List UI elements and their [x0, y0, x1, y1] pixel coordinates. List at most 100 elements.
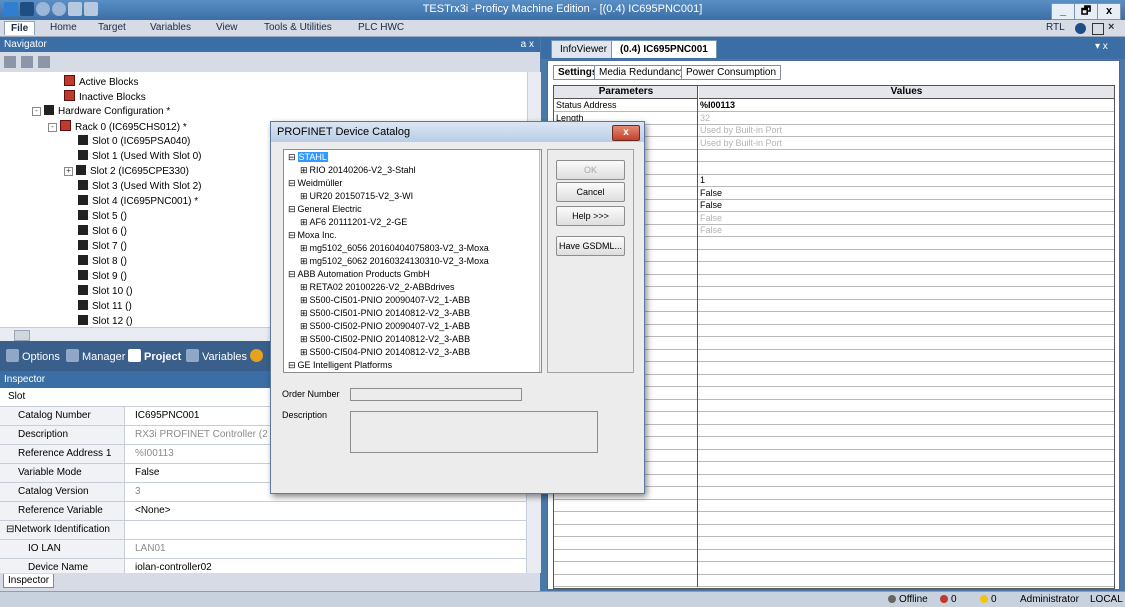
tab-infoviewer[interactable]: InfoViewer: [551, 40, 617, 58]
catalog-scrollbar[interactable]: [539, 150, 542, 372]
close-doc-icon[interactable]: ×: [1108, 21, 1114, 33]
tree-item-slot-5[interactable]: Slot 5 (): [78, 210, 127, 224]
catalog-item[interactable]: ⊟ General Electric: [288, 203, 362, 216]
catalog-item[interactable]: ⊟ ABB Automation Products GmbH: [288, 268, 430, 281]
help-icon[interactable]: [1075, 23, 1086, 34]
subtab-media-redundancy[interactable]: Media Redundancy: [594, 65, 691, 80]
tree-item-slot-12[interactable]: Slot 12 (): [78, 315, 133, 327]
tree-item-slot-1[interactable]: Slot 1 (Used With Slot 0): [78, 150, 201, 164]
tree-item-active-blocks[interactable]: Active Blocks: [64, 75, 138, 89]
tree-item-rack-0[interactable]: - Rack 0 (IC695CHS012) *: [48, 120, 187, 134]
parameter-value[interactable]: False: [700, 212, 722, 224]
catalog-item[interactable]: ⊞ mg5102_6056 20160404075803-V2_3-Moxa: [300, 242, 489, 255]
maximize-button[interactable]: 🗗: [1074, 3, 1098, 20]
catalog-item[interactable]: ⊟ Weidmüller: [288, 177, 342, 190]
collapse-icon[interactable]: ⊟: [288, 204, 296, 214]
collapse-icon[interactable]: -: [32, 107, 41, 116]
tree-item-slot-11[interactable]: Slot 11 (): [78, 300, 132, 314]
expand-icon[interactable]: ⊞: [300, 243, 308, 253]
expand-icon[interactable]: ⊞: [300, 295, 308, 305]
minimize-button[interactable]: _: [1051, 3, 1075, 20]
expand-icon[interactable]: ⊞: [300, 321, 308, 331]
rtl-toggle[interactable]: RTL: [1040, 21, 1071, 34]
expand-icon[interactable]: ⊞: [300, 256, 308, 266]
tree-item-slot-10[interactable]: Slot 10 (): [78, 285, 133, 299]
parameter-row[interactable]: Status Address %I00113: [554, 99, 1114, 112]
warning-count[interactable]: 0: [980, 592, 997, 607]
tree-item-slot-9[interactable]: Slot 9 (): [78, 270, 127, 284]
parameter-value[interactable]: Used by Built-in Port: [700, 124, 782, 136]
parameter-value[interactable]: False: [700, 199, 722, 211]
tree-item-slot-2[interactable]: + Slot 2 (IC695CPE330): [64, 165, 189, 179]
tab-options[interactable]: Options: [6, 349, 60, 363]
tab-inspector[interactable]: Inspector: [3, 574, 55, 588]
property-section-row[interactable]: ⊟Network Identification: [0, 521, 526, 540]
expand-icon[interactable]: ⊞: [300, 308, 308, 318]
catalog-item[interactable]: ⊞ S500-CI502-PNIO 20140812-V2_3-ABB: [300, 333, 470, 346]
scroll-thumb[interactable]: [14, 330, 30, 341]
catalog-item[interactable]: ⊞ S500-CI502-PNIO 20090407-V2_1-ABB: [300, 320, 470, 333]
catalog-item[interactable]: ⊞ AF6 20111201-V2_2-GE: [300, 216, 407, 229]
expand-icon[interactable]: ⊞: [300, 282, 308, 292]
navigator-pin[interactable]: a x: [521, 37, 534, 52]
tree-item-slot-6[interactable]: Slot 6 (): [78, 225, 127, 239]
parameter-value[interactable]: False: [700, 224, 722, 236]
menu-tools[interactable]: Tools & Utilities: [258, 21, 338, 34]
parameter-value[interactable]: False: [700, 187, 722, 199]
tree-item-slot-4[interactable]: Slot 4 (IC695PNC001) *: [78, 195, 198, 209]
menu-variables[interactable]: Variables: [144, 21, 197, 34]
collapse-icon[interactable]: -: [48, 123, 57, 132]
tree-item-hardware-config[interactable]: - Hardware Configuration *: [32, 105, 170, 119]
catalog-item[interactable]: ⊞ UR20 20150715-V2_3-WI: [300, 190, 413, 203]
tree-item-inactive-blocks[interactable]: Inactive Blocks: [64, 90, 146, 104]
parameter-value[interactable]: Used by Built-in Port: [700, 137, 782, 149]
have-gsdml-button[interactable]: Have GSDML...: [556, 236, 625, 256]
menu-home[interactable]: Home: [44, 21, 83, 34]
tab-variables[interactable]: Variables: [186, 349, 247, 363]
tree-item-slot-3[interactable]: Slot 3 (Used With Slot 2): [78, 180, 201, 194]
ok-button[interactable]: OK: [556, 160, 625, 180]
tree-item-slot-8[interactable]: Slot 8 (): [78, 255, 127, 269]
catalog-item[interactable]: ⊟ Moxa Inc.: [288, 229, 337, 242]
collapse-icon[interactable]: ⊟: [288, 152, 296, 162]
catalog-item[interactable]: ⊟ GE Intelligent Platforms: [288, 359, 392, 372]
menu-file[interactable]: File: [4, 21, 36, 35]
collapse-icon[interactable]: ⊟: [288, 269, 296, 279]
expand-icon[interactable]: +: [64, 167, 73, 176]
restore-doc-icon[interactable]: [1092, 23, 1104, 35]
menu-target[interactable]: Target: [92, 21, 132, 34]
tree-item-slot-7[interactable]: Slot 7 (): [78, 240, 127, 254]
device-catalog-tree[interactable]: ⊟ STAHL ⊞ RIO 20140206-V2_3-Stahl ⊟ Weidmülle…: [283, 149, 542, 373]
cancel-button[interactable]: Cancel: [556, 182, 625, 202]
expand-icon[interactable]: ⊞: [300, 347, 308, 357]
menu-plc-hwc[interactable]: PLC HWC: [352, 21, 410, 34]
close-button[interactable]: x: [1097, 3, 1121, 20]
expand-icon[interactable]: ⊞: [300, 165, 308, 175]
collapse-icon[interactable]: ⊟: [288, 360, 296, 370]
expand-icon[interactable]: ⊞: [300, 217, 308, 227]
parameter-value[interactable]: %I00113: [700, 99, 735, 111]
catalog-item[interactable]: ⊞ S500-CI501-PNIO 20140812-V2_3-ABB: [300, 307, 470, 320]
catalog-item[interactable]: ⊞ mg5102_6062 20160324130310-V2_3-Moxa: [300, 255, 489, 268]
error-count[interactable]: 0: [940, 592, 957, 607]
catalog-item[interactable]: ⊟ STAHL: [288, 151, 328, 164]
parameter-value[interactable]: 32: [700, 112, 710, 124]
catalog-item[interactable]: ⊞ S500-CI504-PNIO 20140812-V2_3-ABB: [300, 346, 470, 359]
tab-ic695pnc001[interactable]: (0.4) IC695PNC001: [611, 40, 717, 58]
expand-icon[interactable]: ⊞: [300, 191, 308, 201]
subtab-power-consumption[interactable]: Power Consumption: [681, 65, 782, 80]
catalog-item[interactable]: ⊞ RETA02 20100226-V2_2-ABBdrives: [300, 281, 454, 294]
property-row[interactable]: Reference Variable <None>: [0, 502, 526, 521]
tab-project[interactable]: Project: [128, 349, 181, 363]
document-pin[interactable]: ▾ x: [1095, 41, 1108, 52]
tree-item-slot-0[interactable]: Slot 0 (IC695PSA040): [78, 135, 190, 149]
parameter-value[interactable]: 1: [700, 174, 705, 186]
collapse-icon[interactable]: ⊟: [288, 230, 296, 240]
tree-icon[interactable]: [21, 56, 33, 68]
view-icon[interactable]: [4, 56, 16, 68]
collapse-icon[interactable]: ⊟: [288, 178, 296, 188]
dialog-close-button[interactable]: x: [612, 125, 640, 141]
expand-icon[interactable]: ⊞: [300, 334, 308, 344]
scroll-thumb[interactable]: [541, 164, 542, 276]
list-icon[interactable]: [38, 56, 50, 68]
